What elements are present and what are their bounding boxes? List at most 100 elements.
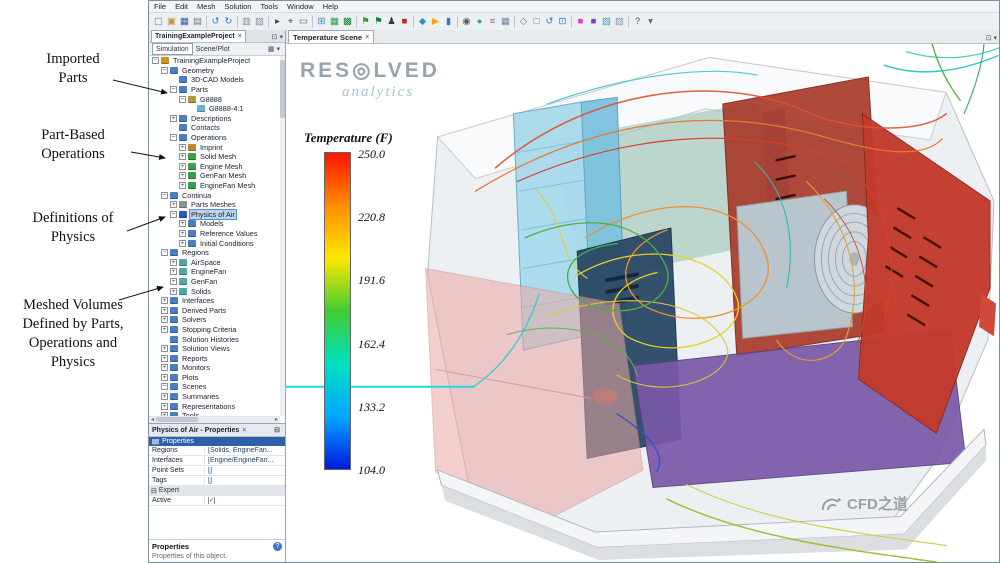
chevron-down-icon[interactable]: ▾ — [993, 34, 997, 42]
tree-node-continua[interactable]: − Continua — [149, 190, 285, 200]
tree-node-g8888-4-1[interactable]: G8888-4:1 — [149, 104, 285, 114]
property-value[interactable]: [] — [205, 467, 285, 474]
create-scene-icon[interactable]: ⊞ — [315, 14, 328, 30]
expand-icon[interactable]: + — [161, 354, 168, 362]
generate-surface-mesh-icon[interactable]: ▦ — [328, 14, 341, 30]
probe-tool-icon[interactable]: ⌖ — [284, 14, 297, 30]
expand-icon[interactable]: + — [161, 325, 168, 333]
toolbar-options-icon[interactable]: ▾ — [644, 14, 657, 30]
tree-node-stopping-criteria[interactable]: + Stopping Criteria — [149, 325, 285, 335]
menu-edit[interactable]: Edit — [175, 2, 188, 11]
collapse-icon[interactable]: − — [161, 191, 168, 199]
expand-icon[interactable]: + — [170, 114, 177, 122]
tree-node-reports[interactable]: + Reports — [149, 353, 285, 363]
expand-icon[interactable]: + — [161, 316, 168, 324]
redo-icon[interactable]: ↻ — [222, 14, 235, 30]
collapse-icon[interactable]: − — [152, 57, 159, 65]
tree-node-solvers[interactable]: + Solvers — [149, 315, 285, 325]
menu-mesh[interactable]: Mesh — [197, 2, 215, 11]
tree-node-airspace[interactable]: + AirSpace — [149, 257, 285, 267]
expand-icon[interactable]: + — [179, 220, 186, 228]
paste-icon[interactable]: ▧ — [253, 14, 266, 30]
tree-node-3d-cad-models[interactable]: 3D-CAD Models — [149, 75, 285, 85]
scroll-left-icon[interactable]: ◂ — [149, 416, 156, 423]
step-simulation-icon[interactable]: ▮ — [442, 14, 455, 30]
expand-icon[interactable]: + — [179, 153, 186, 161]
chevron-down-icon[interactable]: ▾ — [279, 33, 283, 41]
property-row-interfaces[interactable]: Interfaces [Engine/EngineFan... — [149, 456, 285, 466]
active-checkbox[interactable]: ✓ — [208, 497, 216, 504]
tree-node-plots[interactable]: + Plots — [149, 373, 285, 383]
help-icon[interactable]: ? — [631, 14, 644, 30]
tree-node-genfan-mesh[interactable]: + GenFan Mesh — [149, 171, 285, 181]
tree-node-models[interactable]: + Models — [149, 219, 285, 229]
view-front-icon[interactable]: □ — [530, 14, 543, 30]
collapse-icon[interactable]: − — [179, 95, 186, 103]
tree-node-representations[interactable]: + Representations — [149, 401, 285, 411]
property-row-point-sets[interactable]: Point Sets [] — [149, 466, 285, 476]
chevron-down-icon[interactable]: ▾ — [276, 45, 280, 53]
menu-file[interactable]: File — [154, 2, 166, 11]
tree-node-solution-histories[interactable]: Solution Histories — [149, 334, 285, 344]
expand-icon[interactable]: + — [161, 393, 168, 401]
expand-icon[interactable]: + — [170, 277, 177, 285]
tree-node-solid-mesh[interactable]: + Solid Mesh — [149, 152, 285, 162]
simulation-view-button[interactable]: Simulation — [152, 43, 193, 55]
expand-icon[interactable]: + — [170, 287, 177, 295]
dock-icon[interactable]: ⊡ — [272, 33, 278, 41]
collapse-icon[interactable]: − — [161, 249, 168, 257]
collapse-icon[interactable]: − — [170, 210, 177, 218]
expand-icon[interactable]: + — [161, 364, 168, 372]
collapse-icon[interactable]: − — [170, 86, 177, 94]
stop-solver-icon[interactable]: ■ — [398, 14, 411, 30]
tree-node-enginefan[interactable]: + EngineFan — [149, 267, 285, 277]
collapse-icon[interactable]: ⊟ — [151, 487, 157, 495]
tree-node-reference-values[interactable]: + Reference Values — [149, 229, 285, 239]
tree-node-enginefan-mesh[interactable]: + EngineFan Mesh — [149, 181, 285, 191]
expand-icon[interactable]: + — [161, 345, 168, 353]
checkpoint-flag-icon[interactable]: ⚑ — [372, 14, 385, 30]
expand-icon[interactable]: + — [161, 402, 168, 410]
tree-node-derived-parts[interactable]: + Derived Parts — [149, 305, 285, 315]
collapse-icon[interactable]: − — [170, 134, 177, 142]
expert-group-row[interactable]: ⊟ Expert — [149, 486, 285, 496]
property-row-active[interactable]: Active ✓ — [149, 496, 285, 506]
property-row-regions[interactable]: Regions [Solids, EngineFan... — [149, 446, 285, 456]
initialize-solution-icon[interactable]: ◆ — [416, 14, 429, 30]
menu-help[interactable]: Help — [323, 2, 338, 11]
tree-node-engine-mesh[interactable]: + Engine Mesh — [149, 162, 285, 172]
fit-view-icon[interactable]: ⊡ — [556, 14, 569, 30]
start-flag-icon[interactable]: ⚑ — [359, 14, 372, 30]
help-icon[interactable]: ? — [273, 542, 282, 551]
tree-horizontal-scrollbar[interactable]: ◂ ▸ — [149, 416, 280, 423]
tree-node-summaries[interactable]: + Summaries — [149, 392, 285, 402]
view-iso-icon[interactable]: ◇ — [517, 14, 530, 30]
camera-icon[interactable]: ◉ — [460, 14, 473, 30]
tree-node-g8888[interactable]: − G8888 — [149, 94, 285, 104]
expand-icon[interactable]: + — [179, 172, 186, 180]
menu-tools[interactable]: Tools — [260, 2, 278, 11]
tree-node-scenes[interactable]: − Scenes — [149, 382, 285, 392]
tree-node-contacts[interactable]: Contacts — [149, 123, 285, 133]
menu-window[interactable]: Window — [287, 2, 314, 11]
measure-icon[interactable]: ≡ — [486, 14, 499, 30]
zoom-box-tool-icon[interactable]: ▭ — [297, 14, 310, 30]
expand-icon[interactable]: + — [179, 182, 186, 190]
tree-node-solids[interactable]: + Solids — [149, 286, 285, 296]
copy-icon[interactable]: ▥ — [240, 14, 253, 30]
collapse-icon[interactable]: − — [161, 66, 168, 74]
scene-canvas[interactable]: RES◎LVED analytics Temperature (F) 250.0… — [286, 44, 999, 562]
tab-training-example-project[interactable]: TrainingExampleProject × — [151, 30, 246, 42]
expand-icon[interactable]: + — [170, 258, 177, 266]
tree-node-initial-conditions[interactable]: + Initial Conditions — [149, 238, 285, 248]
snapshot-icon[interactable]: ● — [473, 14, 486, 30]
tree-node-solution-views[interactable]: + Solution Views — [149, 344, 285, 354]
expand-icon[interactable]: + — [179, 229, 186, 237]
tree-node-geometry[interactable]: − Geometry — [149, 66, 285, 76]
scroll-right-icon[interactable]: ▸ — [273, 416, 280, 423]
print-icon[interactable]: ▤ — [191, 14, 204, 30]
close-icon[interactable]: × — [365, 34, 369, 41]
tree-node-parts-meshes[interactable]: + Parts Meshes — [149, 200, 285, 210]
expand-icon[interactable]: + — [161, 306, 168, 314]
dock-icon[interactable]: ⊡ — [986, 34, 992, 42]
